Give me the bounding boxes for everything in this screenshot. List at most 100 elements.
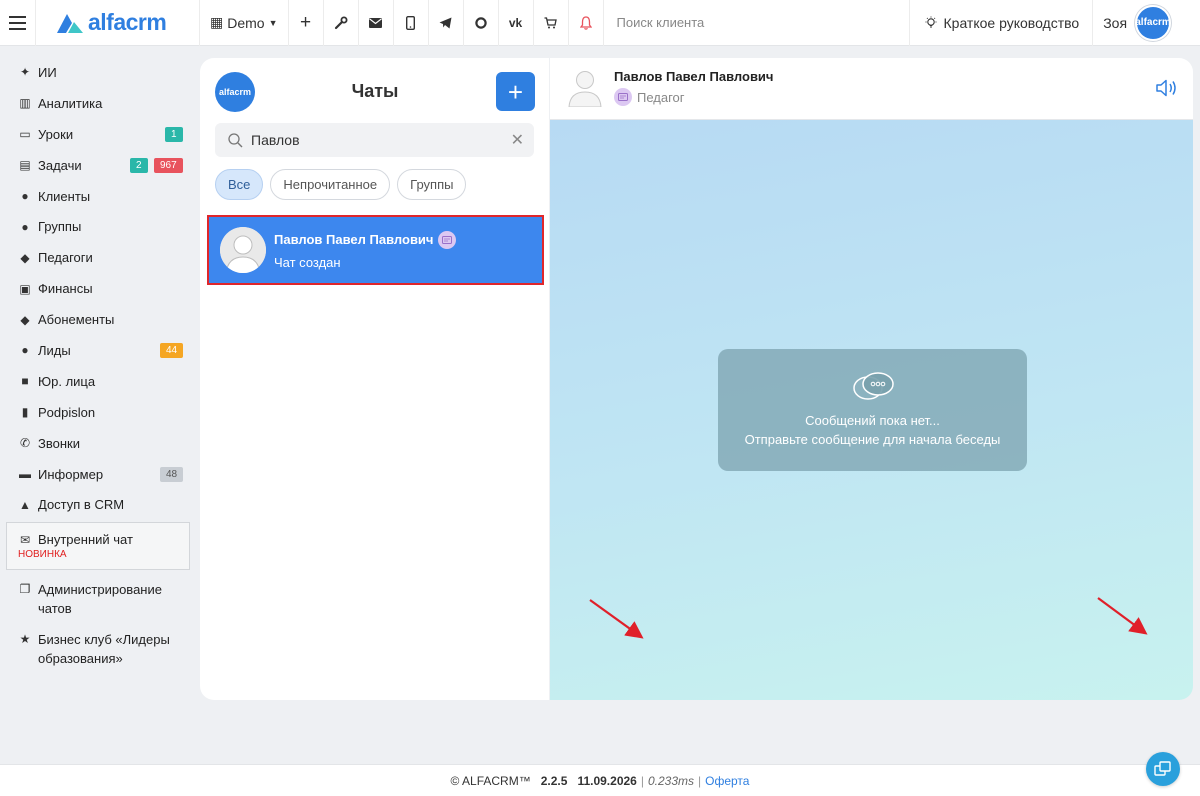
chat-name: Павлов Павел Павлович	[274, 232, 434, 247]
conversation-header: Павлов Павел Павлович Педагог	[550, 58, 1193, 120]
user-menu[interactable]: Зоя alfacrm	[1093, 0, 1172, 46]
sidebar: ✦ ИИ ▥ Аналитика ▭ Уроки 1 ▤ Задачи 2 96…	[0, 47, 196, 674]
informer-count-badge: 48	[160, 466, 184, 482]
footer-version: 2.2.5	[540, 773, 568, 788]
sidebar-item-informer[interactable]: ▬ Информер 48	[0, 459, 196, 490]
menu-icon[interactable]	[0, 0, 36, 46]
lightbulb-icon	[925, 16, 937, 28]
bell-icon[interactable]	[569, 0, 604, 46]
sidebar-item-label: Абонементы	[38, 312, 115, 328]
sidebar-item-ai[interactable]: ✦ ИИ	[0, 57, 196, 88]
sidebar-item-internal-chat[interactable]: ✉ Внутренний чат НОВИНКА	[6, 522, 190, 571]
sidebar-item-label: Podpislon	[38, 404, 96, 420]
chat-search[interactable]: ✕	[215, 123, 534, 157]
sound-toggle[interactable]	[1155, 78, 1179, 101]
sidebar-item-subscriptions[interactable]: ◆ Абонементы	[0, 304, 196, 335]
footer-brand: © ALFACRM™	[450, 773, 531, 788]
footer-date: 11.09.2026	[577, 773, 637, 788]
user-silhouette-icon	[568, 71, 602, 108]
search-icon	[228, 132, 243, 147]
teacher-role-icon	[614, 88, 632, 106]
chat-list-header: Чаты alfacrm +	[215, 72, 535, 112]
cart-icon[interactable]	[534, 0, 569, 46]
empty-hint: Отправьте сообщение для начала беседы	[744, 432, 1001, 447]
filter-unread[interactable]: Непрочитанное	[270, 169, 391, 200]
building-icon: ▦	[210, 14, 224, 30]
quick-guide-button[interactable]: Краткое руководство	[910, 0, 1094, 46]
vk-icon[interactable]: vk	[499, 0, 534, 46]
filter-all[interactable]: Все	[215, 169, 264, 200]
sidebar-item-teachers[interactable]: ◆ Педагоги	[0, 242, 196, 273]
alfacrm-logo: alfacrm	[215, 72, 255, 112]
sidebar-item-chat-admin[interactable]: ❐ Администрирование чатов	[0, 574, 196, 624]
sidebar-item-podpislon[interactable]: ▮ Podpislon	[0, 397, 196, 428]
envelope-icon: ✉	[19, 532, 31, 547]
new-chat-button[interactable]: +	[496, 72, 535, 111]
sidebar-item-clients[interactable]: ● Клиенты	[0, 181, 196, 212]
sidebar-item-label: ИИ	[38, 64, 57, 80]
sidebar-item-crm-access[interactable]: ▲ Доступ в CRM	[0, 489, 196, 520]
client-search-input[interactable]	[616, 15, 897, 30]
plus-icon: +	[507, 76, 524, 107]
chat-list-item[interactable]: Павлов Павел Павлович Чат создан	[207, 215, 544, 285]
sidebar-item-calls[interactable]: ✆ Звонки	[0, 428, 196, 459]
speaker-icon	[1156, 79, 1176, 97]
teacher-role-icon	[438, 230, 457, 249]
briefcase-icon: ■	[21, 374, 29, 389]
app-logo[interactable]: alfacrm	[36, 0, 200, 46]
sidebar-item-analytics[interactable]: ▥ Аналитика	[0, 88, 196, 119]
informer-icon: ▬	[19, 467, 31, 482]
sidebar-item-business-club[interactable]: ★ Бизнес клуб «Лидеры образования»	[0, 624, 196, 674]
sidebar-item-tasks[interactable]: ▤ Задачи 2 967	[0, 150, 196, 181]
sidebar-item-label: Задачи	[38, 157, 82, 173]
sidebar-item-label: Лиды	[38, 342, 71, 358]
chats-icon: ❐	[19, 582, 31, 597]
sidebar-item-leads[interactable]: ● Лиды 44	[0, 335, 196, 366]
alfacrm-logo-icon	[57, 13, 83, 33]
chat-bubbles-icon	[852, 372, 894, 400]
footer: © ALFACRM™ 2.2.5 11.09.2026 | 0.233ms | …	[0, 764, 1200, 796]
chat-search-input[interactable]	[251, 132, 503, 148]
users-icon: ●	[21, 219, 29, 234]
telegram-icon[interactable]	[429, 0, 464, 46]
sidebar-item-label: Юр. лица	[38, 373, 96, 389]
help-widget-button[interactable]	[1146, 752, 1180, 786]
tag-icon: ◆	[20, 312, 30, 327]
branch-selector[interactable]: ▦ Demo ▼	[200, 0, 289, 46]
filter-groups[interactable]: Группы	[397, 169, 467, 200]
message-area: Сообщений пока нет... Отправьте сообщени…	[550, 120, 1193, 700]
ai-sparkle-icon: ✦	[19, 65, 31, 80]
sidebar-item-label: Администрирование чатов	[38, 582, 162, 617]
sidebar-item-lessons[interactable]: ▭ Уроки 1	[0, 119, 196, 150]
mail-icon[interactable]	[359, 0, 394, 46]
sidebar-item-legal[interactable]: ■ Юр. лица	[0, 366, 196, 397]
logo-text: alfacrm	[88, 9, 167, 35]
plus-icon[interactable]: +	[289, 0, 324, 46]
avatar[interactable]: alfacrm	[1135, 4, 1172, 41]
footer-separator: |	[640, 773, 644, 788]
user-silhouette-icon	[220, 227, 266, 273]
footer-separator: |	[698, 773, 702, 788]
whatsapp-icon[interactable]	[464, 0, 499, 46]
leads-count-badge: 44	[160, 343, 184, 359]
user-plus-icon: ●	[21, 343, 29, 358]
sidebar-item-label: Финансы	[38, 281, 93, 297]
sidebar-item-label: Аналитика	[38, 95, 103, 111]
contact-role-label: Педагог	[637, 89, 685, 105]
offer-link[interactable]: Оферта	[705, 774, 749, 788]
sidebar-item-finance[interactable]: ▣ Финансы	[0, 273, 196, 304]
branch-label: Demo	[227, 14, 265, 31]
chat-preview: Чат создан	[274, 254, 341, 270]
calendar-icon: ▭	[19, 127, 31, 142]
sidebar-item-label: Уроки	[38, 126, 74, 142]
avatar[interactable]	[566, 67, 604, 108]
sidebar-item-label: Группы	[38, 219, 82, 235]
clear-search-icon[interactable]: ✕	[511, 130, 524, 150]
wrench-icon[interactable]	[324, 0, 359, 46]
new-badge: НОВИНКА	[18, 549, 67, 561]
client-search[interactable]	[604, 0, 910, 46]
sidebar-item-groups[interactable]: ● Группы	[0, 211, 196, 242]
sidebar-item-label: Педагоги	[38, 250, 93, 266]
avatar-text: alfacrm	[1135, 17, 1171, 28]
phone-icon[interactable]	[394, 0, 429, 46]
